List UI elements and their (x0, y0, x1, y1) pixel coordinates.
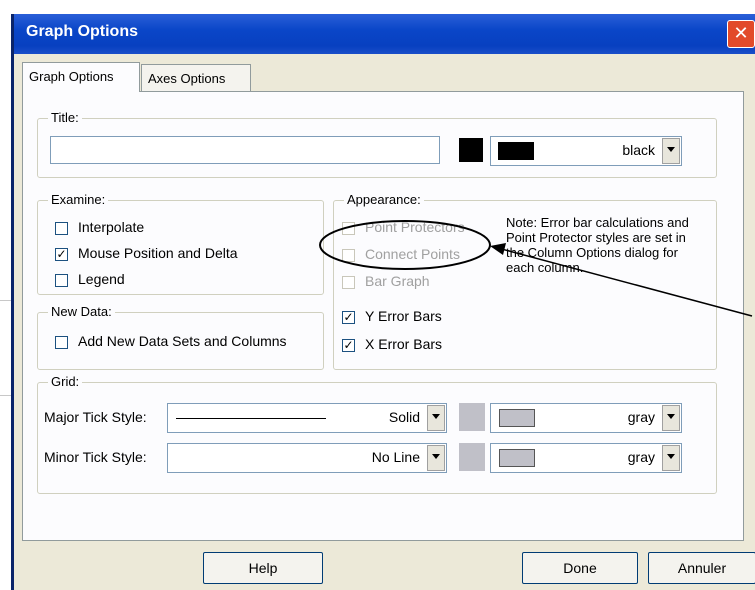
minor-tick-label: Minor Tick Style: (44, 449, 147, 465)
add-new-data-checkbox[interactable] (55, 336, 68, 349)
title-bar: Graph Options ✕ (14, 14, 755, 54)
interpolate-label: Interpolate (78, 219, 145, 235)
major-tick-style-combo[interactable]: Solid (167, 403, 447, 433)
done-button[interactable]: Done (522, 552, 638, 584)
title-legend: Title: (48, 110, 82, 125)
title-color-combo[interactable]: black (490, 136, 682, 166)
tab-panel: Title: black Examine: Interpolate ✓ Mous… (22, 91, 744, 541)
color-preview (499, 449, 535, 467)
appearance-legend: Appearance: (344, 192, 424, 207)
doc-line (0, 300, 11, 301)
solid-line-preview (176, 418, 326, 419)
major-color-swatch[interactable] (459, 403, 485, 431)
x-error-bars-label: X Error Bars (365, 336, 443, 352)
chevron-down-icon[interactable] (427, 405, 445, 431)
color-preview (498, 142, 534, 160)
dialog-title: Graph Options (26, 23, 138, 40)
tab-label: Axes Options (148, 71, 226, 86)
appearance-group: Appearance: Point Protectors Connect Poi… (333, 192, 717, 370)
major-color-combo[interactable]: gray (490, 403, 682, 433)
cancel-button[interactable]: Annuler (648, 552, 755, 584)
examine-legend: Examine: (48, 192, 109, 207)
bar-graph-checkbox[interactable] (342, 276, 355, 289)
new-data-group: New Data: Add New Data Sets and Columns (37, 304, 324, 370)
error-bar-note: Note: Error bar calculations and Point P… (506, 215, 689, 275)
y-error-bars-label: Y Error Bars (365, 308, 442, 324)
new-data-legend: New Data: (48, 304, 115, 319)
legend-checkbox[interactable] (55, 274, 68, 287)
x-error-bars-checkbox[interactable]: ✓ (342, 339, 355, 352)
major-tick-label: Major Tick Style: (44, 409, 147, 425)
major-color-value: gray (627, 409, 655, 425)
point-protectors-checkbox[interactable] (342, 222, 355, 235)
minor-color-swatch[interactable] (459, 443, 485, 471)
connect-points-checkbox[interactable] (342, 249, 355, 262)
tab-graph-options[interactable]: Graph Options (22, 62, 140, 92)
title-color-value: black (622, 142, 655, 158)
help-button[interactable]: Help (203, 552, 323, 584)
minor-tick-style-value: No Line (371, 449, 420, 465)
legend-label: Legend (78, 271, 125, 287)
minor-color-combo[interactable]: gray (490, 443, 682, 473)
close-icon[interactable]: ✕ (727, 20, 755, 48)
title-color-swatch[interactable] (459, 138, 483, 162)
chevron-down-icon[interactable] (662, 138, 680, 164)
examine-group: Examine: Interpolate ✓ Mouse Position an… (37, 192, 324, 295)
chevron-down-icon[interactable] (662, 405, 680, 431)
tab-axes-options[interactable]: Axes Options (141, 64, 251, 92)
tab-label: Graph Options (29, 69, 114, 84)
point-protectors-label: Point Protectors (365, 219, 465, 235)
interpolate-checkbox[interactable] (55, 222, 68, 235)
y-error-bars-checkbox[interactable]: ✓ (342, 311, 355, 324)
mouse-position-checkbox[interactable]: ✓ (55, 248, 68, 261)
graph-options-dialog: Graph Options ✕ Graph Options Axes Optio… (11, 14, 755, 590)
minor-color-value: gray (627, 449, 655, 465)
title-group: Title: black (37, 110, 717, 178)
grid-group: Grid: Major Tick Style: Solid gray Minor… (37, 374, 717, 494)
title-input[interactable] (50, 136, 440, 164)
grid-legend: Grid: (48, 374, 83, 389)
minor-tick-style-combo[interactable]: No Line (167, 443, 447, 473)
bar-graph-label: Bar Graph (365, 273, 430, 289)
major-tick-style-value: Solid (388, 409, 420, 425)
chevron-down-icon[interactable] (427, 445, 445, 471)
connect-points-label: Connect Points (365, 246, 460, 262)
doc-line (0, 395, 11, 396)
add-new-data-label: Add New Data Sets and Columns (78, 333, 287, 349)
color-preview (499, 409, 535, 427)
chevron-down-icon[interactable] (662, 445, 680, 471)
mouse-position-label: Mouse Position and Delta (78, 245, 238, 261)
